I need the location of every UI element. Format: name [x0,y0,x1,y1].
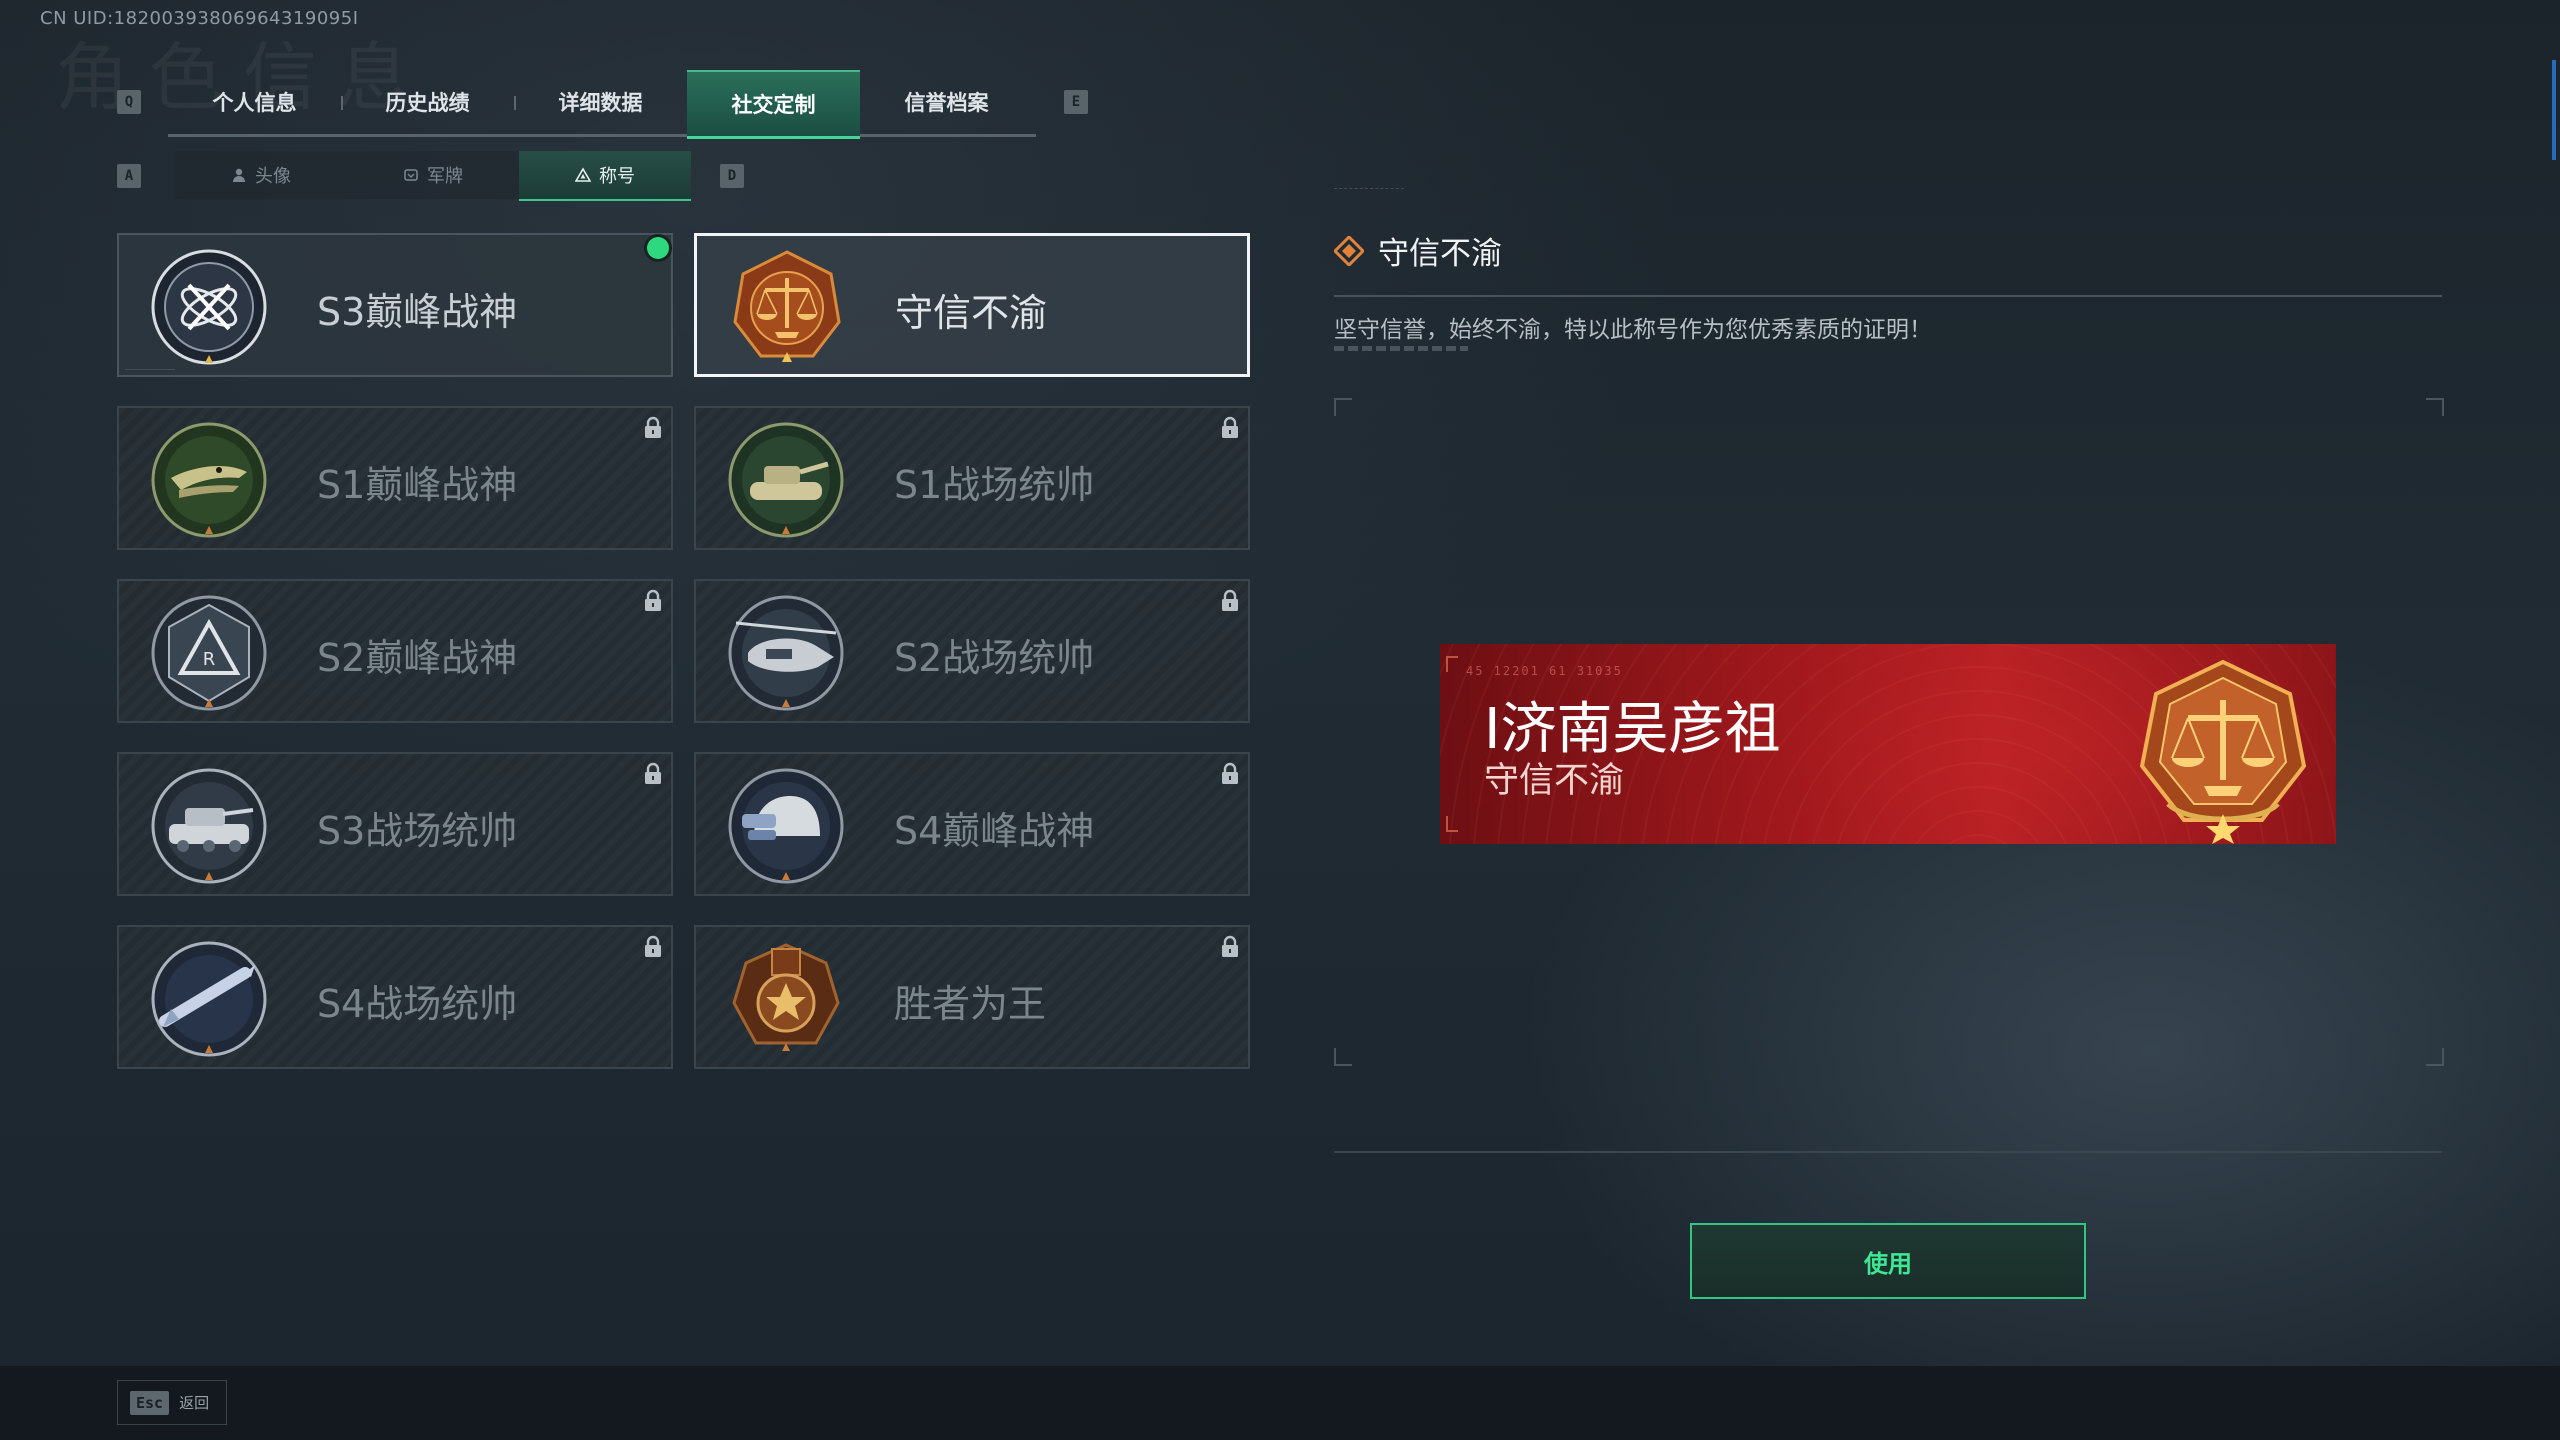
prev-subtab-key-hint[interactable]: A [117,164,141,188]
title-card-s1-battlefield-marshal[interactable]: S1战场统帅 [694,406,1250,550]
title-card-s2-battlefield-marshal[interactable]: S2战场统帅 [694,579,1250,723]
svg-text:R: R [203,649,216,670]
detail-divider [1334,295,2442,297]
detail-top-decoration [1334,188,1404,191]
banner-title-text: 守信不渝 [1484,761,1625,801]
edge-scroll-indicator [2552,60,2556,160]
tab-label: 历史战绩 [385,91,470,115]
subtab-label: 军牌 [427,166,463,187]
subtab-dogtag[interactable]: 军牌 [347,151,519,199]
tab-reputation-file[interactable]: 信誉档案 [860,70,1033,134]
lock-icon [645,589,661,611]
next-subtab-key-hint[interactable]: D [720,164,744,188]
detail-title: 守信不渝 [1378,236,1502,272]
lock-icon [645,416,661,438]
title-card-s4-peak-god[interactable]: S4巅峰战神 [694,752,1250,896]
detail-description: 坚守信誉，始终不渝，特以此称号作为您优秀素质的证明！ [1334,317,1932,343]
person-icon [233,168,245,182]
helmet-emblem-icon [728,768,844,884]
tab-label: 详细数据 [558,91,643,115]
s3-peak-emblem-icon [151,249,267,365]
tab-label: 信誉档案 [904,91,989,115]
title-label: S1巅峰战神 [317,463,518,507]
title-card-s4-battlefield-marshal[interactable]: S4战场统帅 [117,925,673,1069]
equipped-indicator [647,237,669,259]
lock-icon [1222,589,1238,611]
title-label: S4巅峰战神 [894,809,1095,853]
title-label: S1战场统帅 [894,463,1095,507]
tab-personal-info[interactable]: 个人信息 [168,70,341,134]
title-card-s1-peak-god[interactable]: S1巅峰战神 [117,406,673,550]
sub-tab-bar: 头像 军牌 称号 [175,151,691,201]
back-label: 返回 [179,1394,210,1412]
tab-history-record[interactable]: 历史战绩 [341,70,514,134]
title-icon [575,167,591,182]
tab-detailed-data[interactable]: 详细数据 [514,70,687,134]
title-label: S3战场统帅 [317,809,518,853]
tab-label: 个人信息 [212,91,297,115]
player-uid: CN UID:18200393806964319095I [40,8,359,29]
tab-label: 社交定制 [731,93,816,117]
lock-icon [1222,935,1238,957]
preview-corner-top-left [1334,398,1352,416]
medal-emblem-icon [732,943,840,1051]
banner-corner [1446,656,1458,672]
armored-vehicle-emblem-icon [151,768,267,884]
esc-key-hint: Esc [130,1390,170,1415]
title-label: S2巅峰战神 [317,636,518,680]
title-label: 胜者为王 [894,982,1047,1026]
subtab-label: 头像 [255,166,291,187]
subtab-avatar[interactable]: 头像 [175,151,347,199]
card-footer-decoration [125,369,175,370]
title-diamond-icon [1334,235,1364,266]
tank-emblem-icon [728,422,844,538]
title-label: S2战场统帅 [894,636,1095,680]
title-card-keep-faith[interactable]: 守信不渝 [694,233,1250,377]
lock-icon [645,935,661,957]
title-label: 守信不渝 [895,291,1048,335]
title-card-s3-battlefield-marshal[interactable]: S3战场统帅 [117,752,673,896]
main-tab-bar: 个人信息 历史战绩 详细数据 社交定制 信誉档案 [168,70,1036,139]
title-card-winner-is-king[interactable]: 胜者为王 [694,925,1250,1069]
lock-icon [645,762,661,784]
next-tab-key-hint[interactable]: E [1064,90,1088,114]
description-decoration [1334,346,1468,351]
missile-emblem-icon [151,941,267,1057]
detail-header: 守信不渝 [1334,228,1502,273]
helicopter-emblem-icon [728,595,844,711]
lock-icon [1222,416,1238,438]
preview-corner-bottom-right [2426,1048,2444,1066]
banner-code-text: 45 12201 61 31035 [1466,664,1623,678]
triangle-emblem-icon: R [151,595,267,711]
crocodile-emblem-icon [151,422,267,538]
title-label: S4战场统帅 [317,982,518,1026]
title-banner-preview: 45 12201 61 31035 I济南吴彦祖 守信不渝 [1440,644,2336,844]
banner-corner [1446,816,1458,832]
subtab-label: 称号 [599,166,635,187]
scales-emblem-icon [733,250,841,362]
prev-tab-key-hint[interactable]: Q [117,90,141,114]
preview-corner-bottom-left [1334,1048,1352,1066]
preview-corner-top-right [2426,398,2444,416]
tab-separator [341,96,343,110]
lock-icon [1222,762,1238,784]
tab-separator [514,96,516,110]
title-label: S3巅峰战神 [317,290,518,334]
title-card-s3-peak-god[interactable]: S3巅峰战神 [117,233,673,377]
subtab-title[interactable]: 称号 [519,151,691,201]
banner-scales-emblem-icon [2139,659,2307,844]
panel-bottom-divider [1334,1151,2442,1153]
use-title-button[interactable]: 使用 [1690,1223,2086,1299]
dogtag-icon [404,169,418,181]
title-card-s2-peak-god[interactable]: R S2巅峰战神 [117,579,673,723]
tab-social-customization[interactable]: 社交定制 [687,70,860,139]
back-button[interactable]: Esc 返回 [117,1380,227,1425]
footer-bar [0,1366,2560,1440]
